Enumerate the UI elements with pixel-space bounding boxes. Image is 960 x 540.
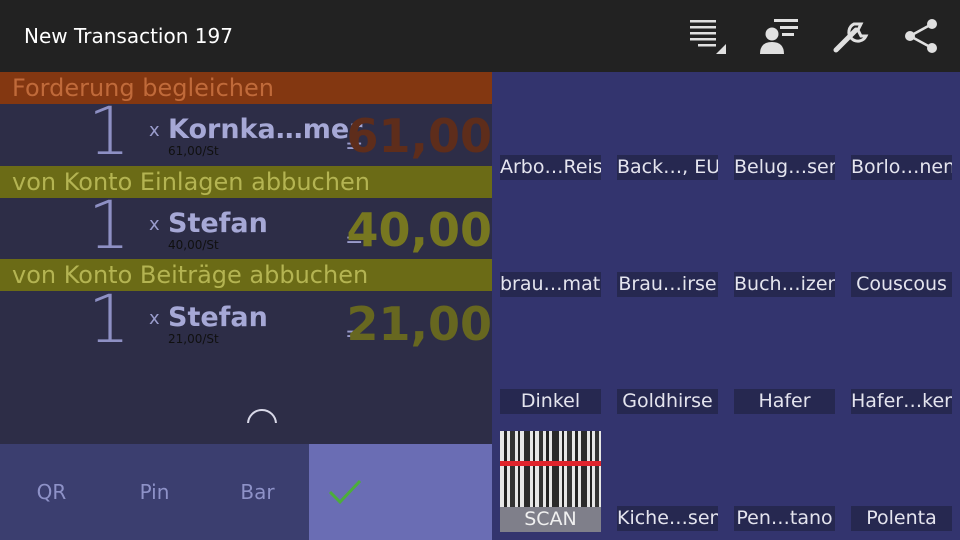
barcode-icon — [500, 431, 601, 507]
scan-button[interactable]: SCAN — [500, 431, 601, 532]
unit-price: 40,00/St — [168, 238, 219, 252]
page-title: New Transaction 197 — [24, 24, 233, 48]
checkmark-icon — [328, 479, 362, 505]
product-tile[interactable]: Pen…tano — [734, 506, 835, 531]
product-tile[interactable]: Back…, EU — [617, 155, 718, 180]
product-tile[interactable]: Dinkel — [500, 389, 601, 414]
product-name: Stefan — [168, 302, 268, 333]
line-amount: 61,00 — [346, 109, 492, 163]
product-name: Kornka…mer — [168, 114, 363, 145]
transaction-row[interactable]: 1 x Stefan 40,00/St = 40,00 — [0, 190, 492, 262]
times-sign: x — [149, 120, 160, 141]
product-tile[interactable]: Hafer…ken — [851, 389, 952, 414]
product-tile[interactable]: brau…mati — [500, 272, 601, 297]
product-tile[interactable]: Kiche…sen — [617, 506, 718, 531]
product-tile[interactable]: Borlo…nen — [851, 155, 952, 180]
pin-button[interactable]: Pin — [103, 444, 206, 540]
product-tile[interactable]: Brau…irse — [617, 272, 718, 297]
product-tile[interactable]: Polenta — [851, 506, 952, 531]
pull-handle-icon[interactable] — [247, 409, 277, 423]
share-icon[interactable] — [900, 14, 944, 58]
wrench-icon[interactable] — [830, 14, 874, 58]
unit-price: 61,00/St — [168, 144, 219, 158]
unit-price: 21,00/St — [168, 332, 219, 346]
product-tile[interactable]: Couscous — [851, 272, 952, 297]
product-tile[interactable]: Hafer — [734, 389, 835, 414]
transaction-header: von Konto Einlagen abbuchen — [0, 166, 492, 198]
times-sign: x — [149, 214, 160, 235]
transaction-list[interactable]: Forderung begleichen 1 x Kornka…mer 61,0… — [0, 72, 492, 444]
transaction-header: von Konto Beiträge abbuchen — [0, 259, 492, 291]
person-list-icon[interactable] — [758, 14, 802, 58]
product-name: Stefan — [168, 208, 268, 239]
quantity: 1 — [88, 187, 130, 264]
quantity: 1 — [88, 93, 130, 170]
product-tile[interactable]: Goldhirse — [617, 389, 718, 414]
product-tile[interactable]: Belug…sen — [734, 155, 835, 180]
payment-bar: QR Pin Bar — [0, 444, 492, 540]
transaction-row[interactable]: 1 x Stefan 21,00/St = 21,00 — [0, 284, 492, 356]
line-amount: 21,00 — [346, 297, 492, 351]
confirm-button[interactable] — [309, 444, 492, 540]
list-settings-icon[interactable] — [686, 14, 730, 58]
times-sign: x — [149, 308, 160, 329]
transaction-header: Forderung begleichen — [0, 72, 492, 104]
transaction-row[interactable]: 1 x Kornka…mer 61,00/St = 61,00 — [0, 96, 492, 168]
bar-button[interactable]: Bar — [206, 444, 309, 540]
product-grid: Arbo…Reis Back…, EU Belug…sen Borlo…nen … — [492, 72, 960, 540]
line-amount: 40,00 — [346, 203, 492, 257]
qr-button[interactable]: QR — [0, 444, 103, 540]
product-tile[interactable]: Arbo…Reis — [500, 155, 601, 180]
scan-label: SCAN — [500, 507, 601, 532]
product-tile[interactable]: Buch…izen — [734, 272, 835, 297]
quantity: 1 — [88, 281, 130, 358]
action-bar: New Transaction 197 — [0, 0, 960, 72]
